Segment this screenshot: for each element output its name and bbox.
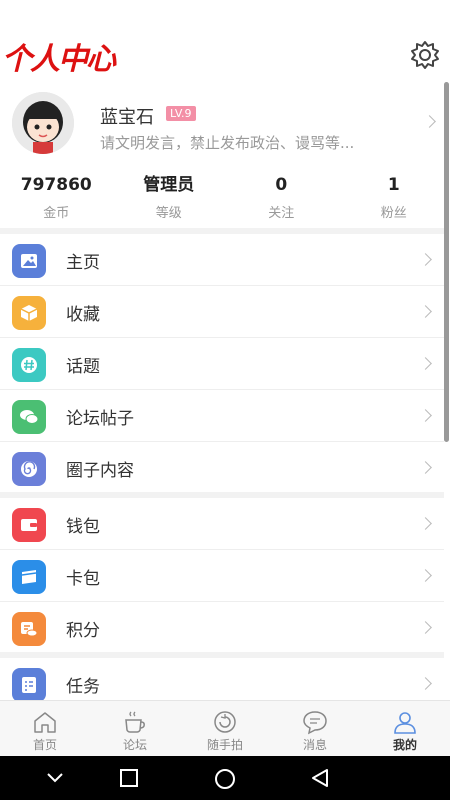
stats-row: 797860 金币 管理员等级 0 关注 1 粉丝	[0, 172, 450, 228]
bottom-tab-bar: 首页 论坛 随手拍 消息 我的	[0, 700, 450, 757]
coffee-cup-icon	[125, 711, 145, 733]
tab-home[interactable]: 首页	[0, 701, 90, 757]
signature: 请文明发言，禁止发布政治、谩骂等...	[100, 134, 355, 152]
stat-label: 等级	[155, 206, 182, 221]
tab-label: 我的	[392, 738, 417, 752]
menu-item-label: 卡包	[66, 569, 100, 589]
scrollbar[interactable]	[444, 82, 449, 442]
stat-value: 管理员	[143, 175, 195, 195]
menu-item-label: 钱包	[66, 517, 100, 537]
stat-coins[interactable]: 797860 金币	[0, 172, 113, 228]
card-icon	[12, 560, 46, 594]
spiral-icon	[12, 452, 46, 486]
menu-item-label: 话题	[66, 357, 100, 377]
menu-item-wallet[interactable]: 钱包	[0, 498, 444, 550]
system-nav-bar	[0, 756, 450, 800]
menu-item-points[interactable]: 积分	[0, 602, 444, 654]
menu-item-label: 任务	[66, 677, 100, 697]
hashtag-icon	[12, 348, 46, 382]
stat-label: 金币	[43, 206, 70, 221]
level-badge: LV.9	[166, 106, 196, 121]
tab-forum[interactable]: 论坛	[90, 701, 180, 757]
menu-item-label: 论坛帖子	[66, 409, 134, 429]
tab-messages[interactable]: 消息	[270, 701, 360, 757]
chevron-right-icon	[419, 253, 432, 266]
wallet-icon	[12, 508, 46, 542]
stat-following[interactable]: 0 关注	[225, 172, 338, 228]
gear-icon[interactable]	[410, 40, 440, 70]
avatar[interactable]	[12, 92, 74, 154]
menu-item-label: 圈子内容	[66, 461, 134, 481]
tab-snapshot[interactable]: 随手拍	[180, 701, 270, 757]
tab-mine[interactable]: 我的	[360, 701, 450, 757]
menu-item-circle-content[interactable]: 圈子内容	[0, 442, 444, 494]
stat-level[interactable]: 管理员 等级	[113, 172, 226, 228]
task-list-icon	[12, 668, 46, 702]
stat-value: 0	[275, 175, 288, 195]
tab-label: 消息	[302, 738, 327, 752]
recent-apps-icon[interactable]	[119, 768, 139, 788]
chevron-right-icon	[419, 621, 432, 634]
refresh-camera-icon	[214, 711, 236, 733]
chat-bubbles-icon	[12, 400, 46, 434]
menu-item-label: 收藏	[66, 305, 100, 325]
chevron-right-icon	[419, 569, 432, 582]
tab-label: 论坛	[122, 738, 147, 752]
chevron-right-icon	[419, 357, 432, 370]
menu-item-favorites[interactable]: 收藏	[0, 286, 444, 338]
header: 个人中心	[0, 0, 450, 80]
coins-icon	[12, 612, 46, 646]
home-icon	[34, 712, 56, 733]
chevron-down-icon[interactable]	[46, 772, 64, 784]
image-icon	[12, 244, 46, 278]
stat-fans[interactable]: 1 粉丝	[338, 172, 450, 228]
home-circle-icon[interactable]	[214, 768, 236, 790]
stat-value: 797860	[20, 175, 92, 195]
box-icon	[12, 296, 46, 330]
tab-label: 随手拍	[206, 738, 243, 752]
chevron-right-icon	[419, 677, 432, 690]
username: 蓝宝石	[100, 107, 154, 128]
tab-label: 首页	[32, 738, 57, 752]
chevron-right-icon	[419, 461, 432, 474]
back-icon[interactable]	[310, 768, 330, 788]
menu-item-forum-posts[interactable]: 论坛帖子	[0, 390, 444, 442]
message-icon	[303, 711, 327, 735]
chevron-right-icon	[419, 305, 432, 318]
menu-item-label: 主页	[66, 253, 100, 273]
chevron-right-icon	[419, 409, 432, 422]
page-title: 个人中心	[2, 42, 116, 77]
menu-item-topics[interactable]: 话题	[0, 338, 444, 390]
menu-item-home[interactable]: 主页	[0, 234, 444, 286]
chevron-right-icon	[423, 115, 436, 128]
stat-label: 关注	[268, 206, 295, 221]
stat-value: 1	[387, 175, 400, 195]
stat-label: 粉丝	[380, 206, 407, 221]
chevron-right-icon	[419, 517, 432, 530]
menu-item-label: 积分	[66, 621, 100, 641]
menu-item-card-pack[interactable]: 卡包	[0, 550, 444, 602]
user-icon	[394, 712, 416, 734]
